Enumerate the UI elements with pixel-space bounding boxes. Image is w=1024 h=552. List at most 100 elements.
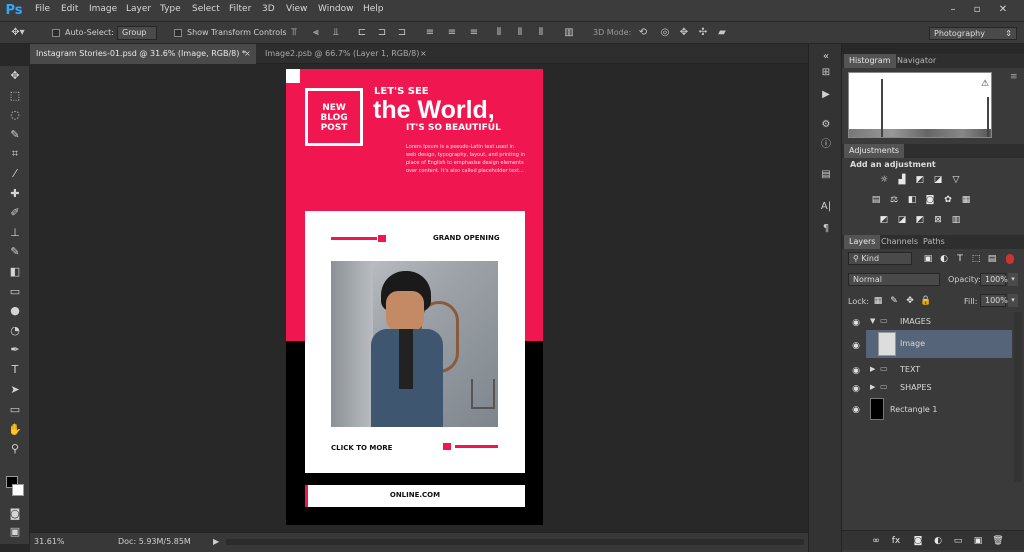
curves-icon[interactable]: ◩: [914, 175, 926, 185]
align-hcenter-icon[interactable]: ⊐: [376, 27, 388, 39]
auto-select-dropdown[interactable]: Group: [117, 26, 157, 40]
expand-arrow-icon[interactable]: ▶: [870, 383, 875, 391]
actions-play-icon[interactable]: ▶: [818, 88, 834, 102]
menu-edit[interactable]: Edit: [61, 4, 78, 14]
lasso-tool-icon[interactable]: ◌: [5, 107, 25, 123]
opacity-input[interactable]: 100%: [980, 273, 1008, 286]
zoom-tool-icon[interactable]: ⚲: [5, 441, 25, 457]
menu-image[interactable]: Image: [89, 4, 117, 14]
gradient-map-icon[interactable]: ▥: [950, 215, 962, 225]
align-vcenter-icon[interactable]: ⫷: [310, 27, 322, 39]
trash-icon[interactable]: 🗑: [992, 536, 1004, 546]
color-balance-icon[interactable]: ⚖: [888, 195, 900, 205]
filter-adjustment-icon[interactable]: ◐: [938, 254, 950, 264]
selective-color-icon[interactable]: ⊠: [932, 215, 944, 225]
eraser-tool-icon[interactable]: ◧: [5, 264, 25, 280]
layer-row-image[interactable]: Image: [866, 330, 1012, 358]
folder-icon[interactable]: ▭: [952, 536, 964, 546]
visibility-eye-icon[interactable]: ◉: [850, 383, 862, 395]
eyedropper-tool-icon[interactable]: ⁄: [5, 166, 25, 182]
move-tool-preset-icon[interactable]: ✥▾: [8, 27, 28, 39]
background-color-swatch[interactable]: [12, 484, 24, 496]
3d-rotate-icon[interactable]: ⟲: [637, 27, 649, 39]
fill-slider-button[interactable]: ▾: [1008, 294, 1018, 307]
quick-mask-icon[interactable]: ◙: [5, 506, 25, 522]
levels-icon[interactable]: ▟: [896, 175, 908, 185]
move-tool-icon[interactable]: ✥: [5, 68, 25, 84]
zoom-level[interactable]: 31.61%: [34, 537, 65, 546]
tab-instagram-stories[interactable]: Instagram Stories-01.psd @ 31.6% (Image,…: [30, 44, 256, 64]
brightness-icon[interactable]: ☼: [878, 175, 890, 185]
history-brush-tool-icon[interactable]: ✎: [5, 244, 25, 260]
filter-smart-icon[interactable]: ▤: [986, 254, 998, 264]
tab-close-icon[interactable]: ×: [420, 49, 427, 58]
hue-saturation-icon[interactable]: ▤: [870, 195, 882, 205]
collapse-icon[interactable]: «: [818, 50, 834, 64]
tab-layers[interactable]: Layers: [844, 235, 881, 249]
filter-toggle[interactable]: [1006, 254, 1014, 264]
character-icon[interactable]: A|: [818, 200, 834, 214]
3d-slide-icon[interactable]: ✣: [697, 27, 709, 39]
distribute-left-icon[interactable]: ⫴: [493, 27, 505, 39]
align-left-icon[interactable]: ⊏: [356, 27, 368, 39]
color-lookup-icon[interactable]: ▦: [960, 195, 972, 205]
properties-icon[interactable]: ▤: [818, 168, 834, 182]
layer-row-rectangle[interactable]: ◉ Rectangle 1: [844, 396, 1012, 424]
blur-tool-icon[interactable]: ●: [5, 303, 25, 319]
link-icon[interactable]: ∞: [870, 536, 882, 546]
fx-icon[interactable]: fx: [890, 536, 902, 546]
history-icon[interactable]: ⊞: [818, 66, 834, 80]
vibrance-icon[interactable]: ▽: [950, 175, 962, 185]
opacity-slider-button[interactable]: ▾: [1008, 273, 1018, 286]
menu-view[interactable]: View: [286, 4, 307, 14]
layers-scrollbar[interactable]: [1014, 312, 1022, 482]
align-top-icon[interactable]: ⫪: [288, 27, 300, 39]
menu-layer[interactable]: Layer: [126, 4, 151, 14]
info-icon[interactable]: ⓘ: [818, 138, 834, 152]
distribute-hcenter-icon[interactable]: ⫴: [514, 27, 526, 39]
marquee-tool-icon[interactable]: ⬚: [5, 88, 25, 104]
align-bottom-icon[interactable]: ⫫: [330, 27, 342, 39]
hand-tool-icon[interactable]: ✋: [5, 422, 25, 438]
tab-channels[interactable]: Channels: [876, 235, 923, 249]
adjustment-layer-icon[interactable]: ◐: [932, 536, 944, 546]
3d-drag-icon[interactable]: ✥: [678, 27, 690, 39]
lock-all-icon[interactable]: 🔒: [920, 296, 932, 306]
lock-pixels-icon[interactable]: ✎: [888, 296, 900, 306]
healing-brush-tool-icon[interactable]: ✚: [5, 186, 25, 202]
maximize-button[interactable]: ▫: [966, 2, 988, 18]
channel-mixer-icon[interactable]: ✿: [942, 195, 954, 205]
menu-help[interactable]: Help: [363, 4, 384, 14]
type-tool-icon[interactable]: T: [5, 362, 25, 378]
tab-close-icon[interactable]: ×: [244, 49, 251, 58]
tab-image2[interactable]: Image2.psb @ 66.7% (Layer 1, RGB/8): [259, 44, 435, 64]
brush-tool-icon[interactable]: ✐: [5, 205, 25, 221]
distribute-vcenter-icon[interactable]: ≡: [446, 27, 458, 39]
auto-align-icon[interactable]: ▥: [563, 27, 575, 39]
menu-file[interactable]: File: [35, 4, 50, 14]
menu-window[interactable]: Window: [318, 4, 354, 14]
exposure-icon[interactable]: ◪: [932, 175, 944, 185]
paragraph-icon[interactable]: ¶: [818, 222, 834, 236]
crop-tool-icon[interactable]: ⌗: [5, 146, 25, 162]
quick-select-tool-icon[interactable]: ✎: [5, 127, 25, 143]
path-selection-tool-icon[interactable]: ➤: [5, 382, 25, 398]
distribute-bottom-icon[interactable]: ≡: [468, 27, 480, 39]
black-white-icon[interactable]: ◧: [906, 195, 918, 205]
dodge-tool-icon[interactable]: ◔: [5, 323, 25, 339]
minimize-button[interactable]: –: [942, 2, 964, 18]
kind-filter-dropdown[interactable]: ⚲ Kind: [848, 252, 912, 265]
align-right-icon[interactable]: ⊐: [396, 27, 408, 39]
screen-mode-icon[interactable]: ▣: [5, 524, 25, 540]
new-layer-icon[interactable]: ▣: [972, 536, 984, 546]
visibility-eye-icon[interactable]: ◉: [850, 340, 862, 352]
expand-arrow-icon[interactable]: ▶: [870, 365, 875, 373]
menu-3d[interactable]: 3D: [262, 4, 275, 14]
filter-shape-icon[interactable]: ⬚: [970, 254, 982, 264]
filter-type-icon[interactable]: T: [954, 254, 966, 264]
filter-pixel-icon[interactable]: ▣: [922, 254, 934, 264]
clone-stamp-tool-icon[interactable]: ⊥: [5, 225, 25, 241]
lock-position-icon[interactable]: ✥: [904, 296, 916, 306]
distribute-top-icon[interactable]: ≡: [424, 27, 436, 39]
fill-input[interactable]: 100%: [980, 294, 1008, 307]
